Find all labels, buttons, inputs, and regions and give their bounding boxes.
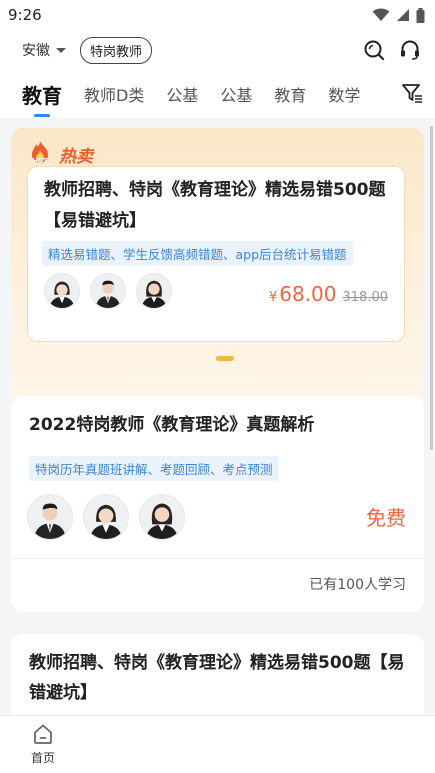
battery-icon (416, 7, 425, 23)
course-title: 2022特岗教师《教育理论》真题解析 (29, 415, 315, 435)
carousel-indicator[interactable] (216, 356, 234, 361)
tab-education[interactable]: 教育 (22, 80, 62, 109)
tab-public-basics-2[interactable]: 公基 (220, 82, 252, 106)
currency-symbol: ¥ (268, 290, 278, 305)
avatar (90, 273, 126, 309)
avatar (83, 494, 129, 540)
course-title: 教师招聘、特岗《教育理论》精选易错500题【易错避坑】 (44, 180, 386, 231)
price-row: ¥68.00 318.00 (269, 282, 388, 306)
divider (11, 558, 424, 559)
signal-icon (397, 9, 409, 21)
status-icons (372, 7, 425, 23)
tab-math[interactable]: 数学 (328, 82, 360, 106)
nav-home[interactable]: 首页 (26, 722, 60, 766)
search-icon[interactable] (363, 39, 385, 61)
tab-teacher-d[interactable]: 教师D类 (84, 82, 144, 106)
region-label: 安徽 (22, 43, 50, 59)
region-selector[interactable]: 安徽 (22, 40, 66, 60)
avatar (44, 273, 80, 309)
scrollbar[interactable] (430, 126, 433, 450)
avatar (27, 494, 73, 540)
chevron-down-icon (56, 47, 66, 53)
original-price: 318.00 (342, 290, 389, 305)
bottom-nav: 首页 (0, 715, 435, 773)
flame-icon: HOT (32, 141, 49, 165)
hot-badge-text: HOT (33, 158, 49, 165)
course-tag: 精选易错题、学生反馈高频错题、app后台统计易错题 (42, 241, 353, 266)
filter-icon (402, 84, 422, 103)
tab-public-basics[interactable]: 公基 (166, 82, 198, 106)
course-price: ¥68.00 (269, 282, 337, 306)
teacher-avatars (44, 273, 172, 309)
filter-button[interactable] (397, 82, 423, 108)
course-list[interactable]: HOT 热卖 教师招聘、特岗《教育理论》精选易错500题【易错避坑】 精选易错题… (0, 118, 435, 715)
price-value: 68.00 (279, 282, 337, 306)
nav-home-label: 首页 (30, 751, 55, 765)
status-bar: 9:26 (0, 0, 435, 30)
hot-section-title: 热卖 (59, 146, 93, 167)
avatar (136, 273, 172, 309)
top-bar: 安徽 特岗教师 (0, 30, 435, 70)
status-time: 9:26 (8, 6, 42, 24)
wifi-icon (372, 8, 390, 21)
course-title: 教师招聘、特岗《教育理论》精选易错500题【易错避坑】 (29, 653, 405, 703)
avatar (139, 494, 185, 540)
free-label: 免费 (366, 506, 406, 530)
category-tabs: 教育 教师D类 公基 公基 教育 数学 (0, 70, 435, 118)
learner-count: 已有100人学习 (309, 577, 406, 593)
headset-icon[interactable] (399, 39, 421, 61)
home-icon (34, 724, 52, 744)
teacher-avatars (27, 494, 185, 540)
course-tag: 特岗历年真题班讲解、考题回顾、考点预测 (29, 456, 279, 481)
tab-education-2[interactable]: 教育 (274, 82, 306, 106)
course-card[interactable]: 教师招聘、特岗《教育理论》精选易错500题【易错避坑】 (11, 634, 424, 715)
course-card[interactable]: 2022特岗教师《教育理论》真题解析 特岗历年真题班讲解、考题回顾、考点预测 免… (11, 396, 424, 612)
top-actions (363, 39, 421, 61)
hot-badge: HOT 热卖 (27, 140, 93, 168)
hot-course-card[interactable]: 教师招聘、特岗《教育理论》精选易错500题【易错避坑】 精选易错题、学生反馈高频… (27, 166, 405, 342)
category-chip[interactable]: 特岗教师 (80, 36, 153, 64)
